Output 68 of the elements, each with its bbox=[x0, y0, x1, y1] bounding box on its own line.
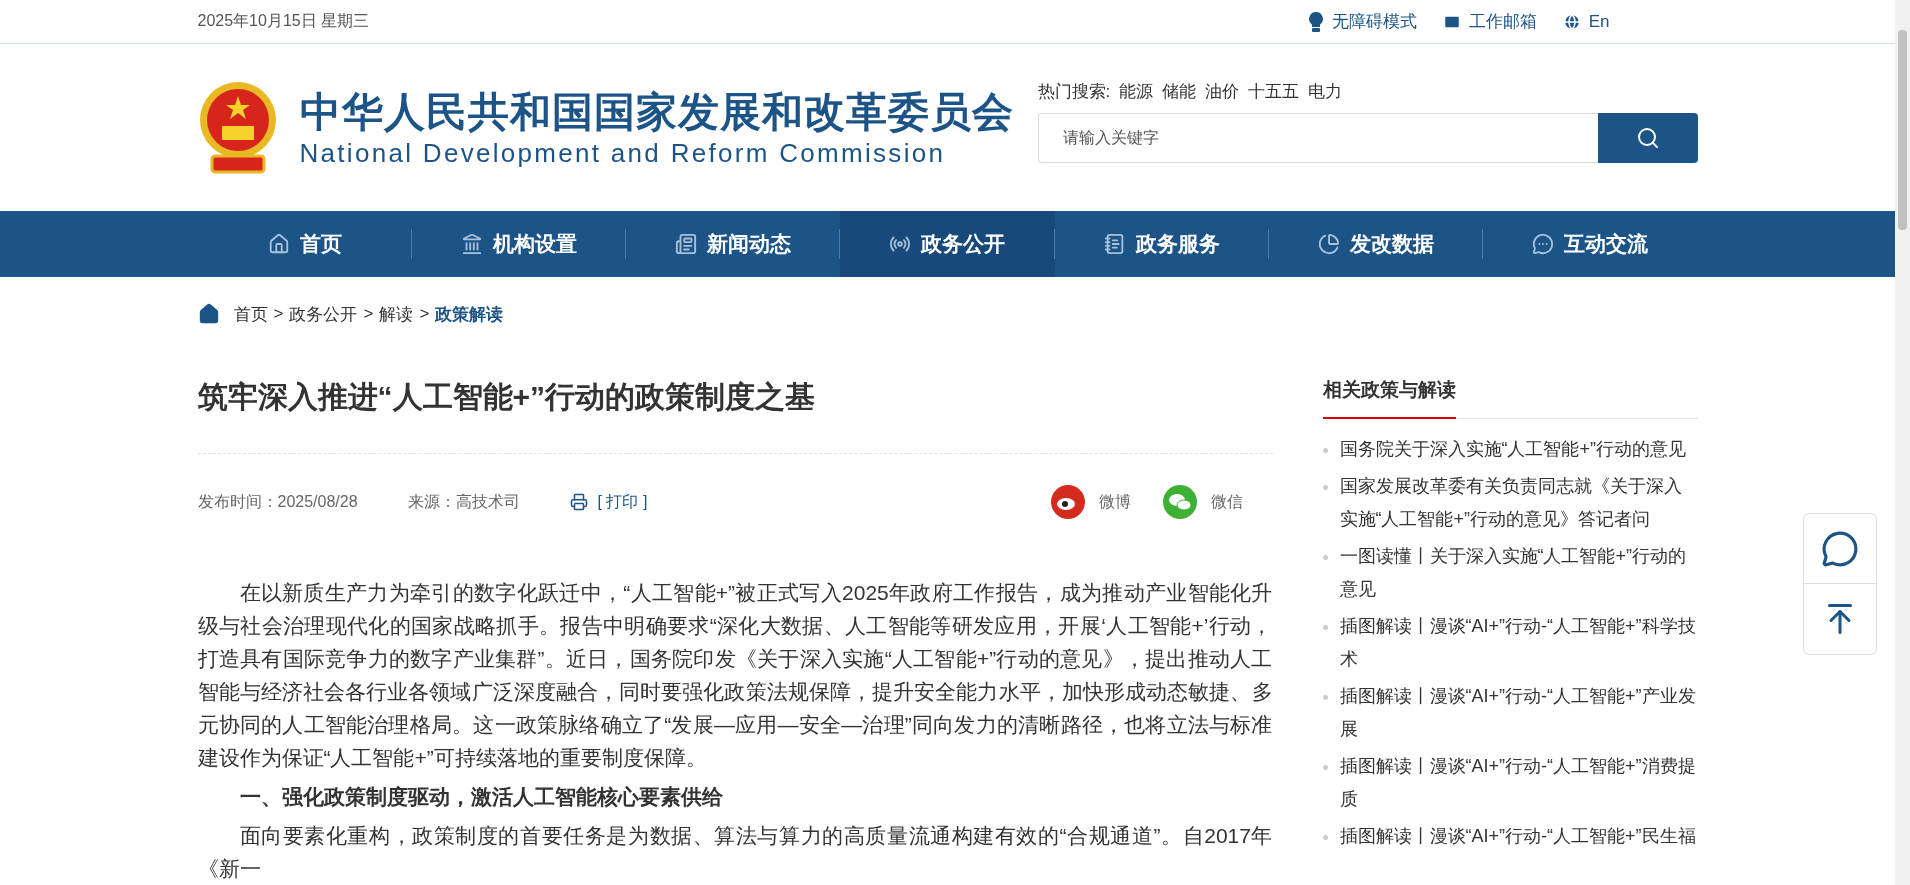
breadcrumb-link[interactable]: 首页 bbox=[233, 302, 268, 326]
publish-date: 发布时间：2025/08/28 bbox=[197, 491, 358, 512]
bullet-icon bbox=[1322, 625, 1328, 630]
nav-tab[interactable]: 互动交流 bbox=[1483, 211, 1698, 277]
notebook-icon bbox=[1103, 233, 1126, 256]
top-link[interactable]: 工作邮箱 bbox=[1442, 10, 1537, 34]
bullet-icon bbox=[1322, 555, 1328, 560]
related-link[interactable]: 插图解读丨漫谈“AI+”行动-“人工智能+”民生福 bbox=[1339, 820, 1696, 853]
hot-search-link[interactable]: 储能 bbox=[1162, 80, 1197, 104]
related-link[interactable]: 一图读懂丨关于深入实施“人工智能+”行动的意见 bbox=[1339, 540, 1698, 606]
lightbulb-icon bbox=[1307, 11, 1324, 32]
bullet-icon bbox=[1322, 448, 1328, 453]
nav-tab[interactable]: 发改数据 bbox=[1268, 211, 1484, 277]
chat-icon bbox=[1532, 233, 1555, 256]
weibo-icon bbox=[1050, 485, 1085, 519]
newspaper-icon bbox=[675, 233, 698, 256]
breadcrumb-separator: > bbox=[363, 304, 374, 324]
article-paragraph: 在以新质生产力为牵引的数字化跃迁中，“人工智能+”被正式写入2025年政府工作报告，成为推动产业智能化升级与社会治理现代化的国家战略抓手。报告中明确要求“深化大数据、人工智能等研发应用，开展‘人工智能+’行动，打造具有国际竞争力的数字产业集群”。近日，国务院印发《关于深入实施“人工智能+”行动的意见》，提出推动人工智能与经济社会各行业各领域广泛深度融合，同时要强化政策法规保障，提升安全能力水平，加快形成动态敏捷、多元协同的人工智能治理格局。这一政策脉络确立了“发展—应用—安全—治理”同向发力的清晰路径，也将立法与标准建设作为保证“人工智能+”可持续落地的重要制度保障。 bbox=[197, 580, 1273, 771]
breadcrumb-link[interactable]: 政务公开 bbox=[289, 302, 358, 326]
section-heading: 一、强化政策制度驱动，激活人工智能核心要素供给 bbox=[238, 784, 724, 810]
sidebar-title: 相关政策与解读 bbox=[1322, 377, 1456, 419]
nav-tab[interactable]: 机构设置 bbox=[411, 211, 627, 277]
bullet-icon bbox=[1322, 485, 1328, 490]
top-link[interactable]: En bbox=[1562, 10, 1610, 34]
nav-tab[interactable]: 政务服务 bbox=[1054, 211, 1269, 277]
nav-tab[interactable]: 新闻动态 bbox=[626, 211, 841, 277]
chat-icon bbox=[1821, 529, 1859, 568]
scrollbar[interactable] bbox=[1895, 0, 1910, 885]
hot-search-link[interactable]: 电力 bbox=[1308, 80, 1343, 104]
nav-tab[interactable]: 首页 bbox=[197, 211, 412, 277]
wechat-icon bbox=[1162, 485, 1197, 519]
hot-search-link[interactable]: 油价 bbox=[1205, 80, 1240, 104]
related-link[interactable]: 插图解读丨漫谈“AI+”行动-“人工智能+”产业发展 bbox=[1339, 680, 1698, 746]
top-link[interactable]: 无障碍模式 bbox=[1307, 10, 1417, 34]
source-text: 来源：高技术司 bbox=[407, 491, 520, 512]
search-field[interactable]: 请输入关键字 bbox=[1037, 113, 1598, 164]
search-icon bbox=[1635, 126, 1660, 151]
home-icon bbox=[267, 233, 290, 256]
date-text: 2025年10月15日 星期三 bbox=[197, 11, 370, 32]
home-icon bbox=[197, 303, 220, 325]
bank-icon bbox=[460, 233, 483, 256]
related-link[interactable]: 插图解读丨漫谈“AI+”行动-“人工智能+”消费提质 bbox=[1339, 750, 1698, 816]
breadcrumb-separator: > bbox=[419, 304, 430, 324]
hot-search-link[interactable]: 能源 bbox=[1119, 80, 1154, 104]
scrollbar-thumb[interactable] bbox=[1898, 30, 1907, 230]
hot-search-label: 热门搜索: bbox=[1037, 81, 1111, 104]
bullet-icon bbox=[1322, 695, 1328, 700]
breadcrumb-link[interactable]: 政策解读 bbox=[435, 302, 504, 326]
site-title: 中华人民共和国国家发展和改革委员会 bbox=[299, 87, 1014, 137]
bullet-icon bbox=[1322, 765, 1328, 770]
printer-icon bbox=[569, 493, 588, 511]
article-title: 筑牢深入推进“人工智能+”行动的政策制度之基 bbox=[197, 369, 1273, 454]
related-link[interactable]: 插图解读丨漫谈“AI+”行动-“人工智能+”科学技术 bbox=[1339, 610, 1698, 676]
site-subtitle: National Development and Reform Commission bbox=[299, 136, 947, 169]
bullet-icon bbox=[1322, 835, 1328, 840]
share-link[interactable]: 微信 bbox=[1162, 485, 1243, 519]
breadcrumb-link[interactable]: 解读 bbox=[379, 302, 414, 326]
related-link[interactable]: 国家发展改革委有关负责同志就《关于深入实施“人工智能+”行动的意见》答记者问 bbox=[1339, 470, 1698, 536]
search-button[interactable] bbox=[1597, 113, 1698, 164]
share-link[interactable]: 微博 bbox=[1050, 485, 1131, 519]
breadcrumb-separator: > bbox=[273, 304, 284, 324]
article-paragraph: 面向要素化重构，政策制度的首要任务是为数据、算法与算力的高质量流通构建有效的“合规通道”。自2017年《新一 bbox=[197, 823, 1273, 882]
print-link[interactable]: [ 打印 ] bbox=[569, 491, 648, 513]
related-link[interactable]: 国务院关于深入实施“人工智能+”行动的意见 bbox=[1339, 433, 1686, 466]
nav-tab[interactable]: 政务公开 bbox=[840, 211, 1055, 277]
hot-search-link[interactable]: 十五五 bbox=[1248, 80, 1300, 104]
pie-chart-icon bbox=[1318, 233, 1341, 256]
globe-icon bbox=[1562, 12, 1581, 31]
